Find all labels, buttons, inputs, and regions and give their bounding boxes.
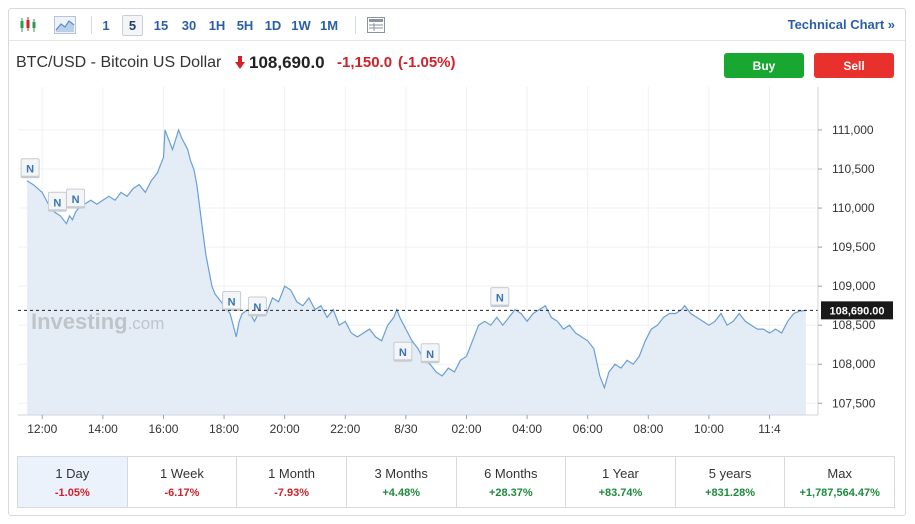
svg-text:N: N: [53, 197, 61, 209]
x-tick-label: 11:4: [758, 422, 781, 436]
timeframe-1[interactable]: 1: [99, 15, 113, 36]
instrument-name: BTC/USD - Bitcoin US Dollar: [16, 54, 222, 71]
period-change: -7.93%: [274, 486, 309, 499]
buy-button[interactable]: Buy: [724, 53, 804, 78]
period-5-years[interactable]: 5 years +831.28%: [676, 457, 786, 507]
news-marker-icon[interactable]: N: [393, 341, 413, 362]
svg-text:N: N: [426, 349, 434, 361]
svg-text:N: N: [72, 194, 80, 206]
news-marker-icon[interactable]: N: [222, 290, 242, 311]
price-chart[interactable]: Investing.com NNNNNNNN 108,690.00 111,00…: [9, 85, 905, 451]
period-1-week[interactable]: 1 Week -6.17%: [128, 457, 238, 507]
period-change: +4.48%: [382, 486, 420, 499]
performance-periods: 1 Day -1.05% 1 Week -6.17% 1 Month -7.93% 3 Mo…: [17, 456, 895, 508]
period-1-day[interactable]: 1 Day -1.05%: [18, 457, 128, 507]
period-1-year[interactable]: 1 Year +83.74%: [566, 457, 676, 507]
technical-chart-link[interactable]: Technical Chart »: [788, 17, 895, 32]
period-6-months[interactable]: 6 Months +28.37%: [457, 457, 567, 507]
period-3-months[interactable]: 3 Months +4.48%: [347, 457, 457, 507]
timeframe-1m[interactable]: 1M: [318, 15, 340, 36]
down-arrow-icon: [235, 56, 245, 69]
timeframe-30[interactable]: 30: [178, 15, 200, 36]
timeframe-1w[interactable]: 1W: [289, 15, 313, 36]
y-tick-label: 110,500: [832, 162, 875, 176]
instrument-header: BTC/USD - Bitcoin US Dollar 108,690.0 -1…: [9, 42, 905, 84]
period-label: 1 Week: [160, 465, 204, 481]
period-label: 6 Months: [484, 465, 538, 481]
x-tick-label: 14:00: [88, 422, 118, 436]
price-chart-svg: Investing.com NN NN NN NN 108,690.00 111,00…: [18, 87, 893, 436]
news-marker-icon[interactable]: N: [420, 343, 440, 364]
timeframe-1h[interactable]: 1H: [206, 15, 228, 36]
period-label: 1 Year: [602, 465, 639, 481]
price-area-fill: [27, 130, 806, 415]
price-change: -1,150.0: [337, 54, 393, 71]
x-tick-label: 08:00: [633, 422, 663, 436]
y-tick-label: 109,000: [832, 279, 876, 293]
x-tick-label: 12:00: [27, 422, 57, 436]
y-tick-label: 108,000: [832, 357, 876, 371]
period-label: Max: [827, 465, 852, 481]
x-tick-label: 8/30: [394, 422, 418, 436]
news-marker-icon[interactable]: N: [66, 188, 86, 209]
table-icon[interactable]: [365, 14, 387, 36]
news-marker-icon[interactable]: N: [247, 296, 267, 317]
period-change: +831.28%: [705, 486, 755, 499]
chart-toolbar: 1 5 15 30 1H 5H 1D 1W 1M Technical Chart…: [9, 9, 905, 41]
period-label: 3 Months: [374, 465, 428, 481]
timeframe-5h[interactable]: 5H: [234, 15, 256, 36]
x-tick-label: 06:00: [573, 422, 603, 436]
svg-text:N: N: [228, 296, 236, 308]
news-marker-icon[interactable]: N: [490, 287, 510, 308]
svg-text:N: N: [253, 302, 261, 314]
y-tick-label: 111,000: [832, 123, 874, 137]
price-change-percent: (-1.05%): [398, 54, 456, 71]
x-tick-label: 22:00: [330, 422, 360, 436]
svg-text:N: N: [26, 164, 34, 176]
y-tick-label: 107,500: [832, 396, 876, 410]
y-tick-label: 110,000: [832, 201, 875, 215]
period-change: +83.74%: [598, 486, 643, 499]
x-tick-label: 02:00: [451, 422, 481, 436]
x-tick-label: 16:00: [148, 422, 178, 436]
y-tick-label: 109,500: [832, 240, 876, 254]
sell-button[interactable]: Sell: [814, 53, 894, 78]
current-price-label: 108,690.00: [829, 305, 884, 317]
svg-text:N: N: [496, 293, 504, 305]
news-marker-icon[interactable]: N: [20, 158, 40, 179]
last-price: 108,690.0: [249, 53, 325, 72]
candlestick-icon[interactable]: [17, 14, 39, 36]
svg-text:N: N: [399, 347, 407, 359]
y-tick-label: 108,500: [832, 318, 876, 332]
area-chart-icon[interactable]: [53, 14, 77, 36]
period-change: -1.05%: [54, 486, 90, 499]
x-tick-label: 18:00: [209, 422, 239, 436]
x-tick-label: 04:00: [512, 422, 542, 436]
timeframe-15[interactable]: 15: [151, 15, 171, 36]
period-label: 1 Day: [55, 465, 90, 481]
period-change: -6.17%: [164, 486, 200, 499]
timeframe-5[interactable]: 5: [122, 15, 143, 36]
timeframe-1d[interactable]: 1D: [262, 15, 284, 36]
news-marker-icon[interactable]: N: [47, 191, 67, 212]
period-label: 5 years: [708, 465, 752, 481]
x-tick-label: 20:00: [270, 422, 300, 436]
period-1-month[interactable]: 1 Month -7.93%: [237, 457, 347, 507]
period-label: 1 Month: [268, 465, 316, 481]
period-change: +28.37%: [488, 486, 533, 499]
period-max[interactable]: Max +1,787,564.47%: [785, 457, 894, 507]
chart-widget: 1 5 15 30 1H 5H 1D 1W 1M Technical Chart…: [8, 8, 906, 516]
period-change: +1,787,564.47%: [799, 486, 880, 499]
x-tick-label: 10:00: [694, 422, 724, 436]
